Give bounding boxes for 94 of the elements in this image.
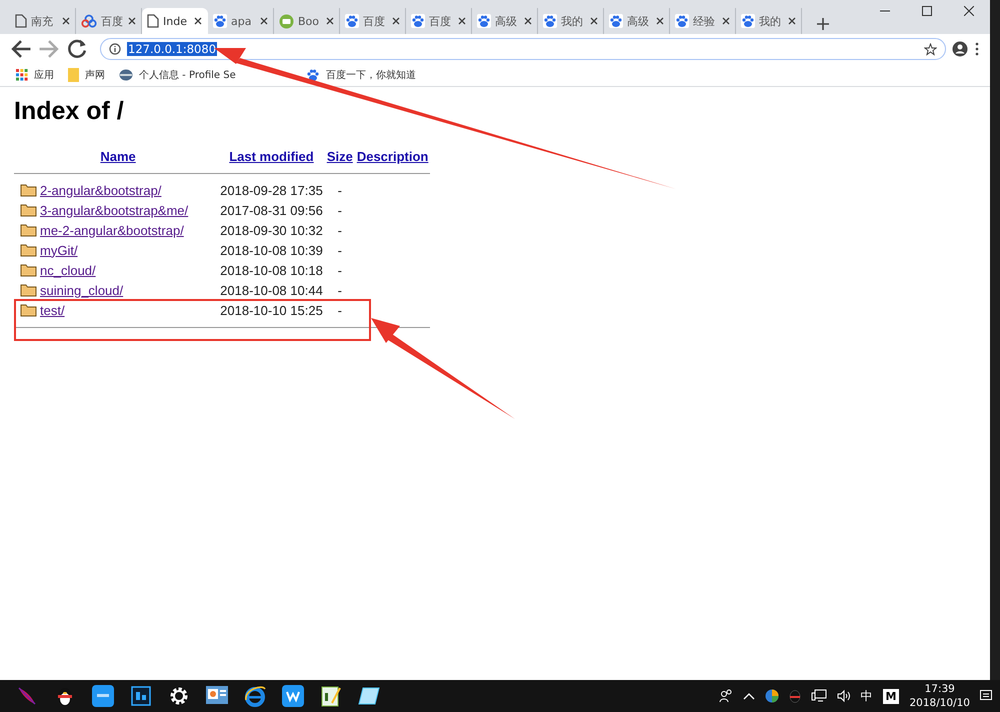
people-icon[interactable] [718,689,733,703]
date-text: 2018-09-30 10:32 [220,222,323,238]
close-icon[interactable] [194,17,202,25]
date-text: 2017-08-31 09:56 [220,202,323,218]
folder-icon [20,283,37,297]
column-link[interactable]: Size [326,148,353,164]
close-icon[interactable] [788,17,796,25]
browser-tab[interactable]: Boo [274,8,340,34]
column-link[interactable]: Name [100,148,136,164]
column-link[interactable]: Last modified [229,148,314,164]
caret-up-icon[interactable] [742,692,755,700]
star-icon[interactable] [924,42,937,56]
menu-icon[interactable] [974,42,980,56]
close-icon[interactable] [260,17,268,25]
date-text: 2018-09-28 17:35 [220,182,323,198]
address-field[interactable]: 127.0.0.1:8080 [100,38,946,60]
close-icon[interactable] [392,17,400,25]
colorful-circle-icon[interactable] [764,689,779,703]
page-icon [15,14,27,28]
clock[interactable]: 17:39 2018/10/10 [909,682,970,710]
folder-link[interactable]: myGit/ [40,242,78,258]
folder-link[interactable]: 2-angular&bootstrap/ [40,182,162,198]
size-text: - [338,222,342,238]
close-icon[interactable] [722,17,730,25]
folder-icon [20,183,37,197]
close-icon[interactable] [964,6,974,16]
close-icon[interactable] [656,17,664,25]
size-text: - [338,262,342,278]
cloud-icon [81,14,97,28]
close-icon[interactable] [326,17,334,25]
date-text: 2018-10-08 10:18 [220,262,323,278]
volume-icon[interactable] [836,689,851,703]
notification-icon[interactable] [980,690,992,702]
date-text: 2018-10-08 10:44 [220,282,323,298]
notepad-icon[interactable] [321,685,341,707]
network-icon[interactable] [810,689,827,703]
close-icon[interactable] [128,17,136,25]
input-method-indicator[interactable]: 中 [860,688,873,704]
browser-tab[interactable]: 经验 [670,8,736,34]
browser-e-icon[interactable] [244,685,266,707]
settings-icon[interactable] [169,686,189,706]
feather-icon[interactable] [16,685,38,707]
badge-icon [279,14,294,28]
app-tile-icon[interactable] [92,685,114,707]
column-link[interactable]: Description [356,148,428,164]
close-icon[interactable] [590,17,598,25]
apps-grid-icon [16,69,28,81]
folder-icon [20,203,37,217]
date-text: 2018-10-10 15:25 [220,302,323,318]
browser-tab[interactable]: 百度 [340,8,406,34]
bookmark[interactable]: 应用 [16,68,54,82]
folder-icon [20,243,37,257]
folder-link[interactable]: test/ [40,302,65,318]
maximize-icon[interactable] [922,6,932,16]
folder-icon [20,263,37,277]
folder-link[interactable]: me-2-angular&bootstrap/ [40,222,184,238]
back-icon[interactable] [10,38,32,60]
close-icon[interactable] [62,17,70,25]
reload-icon[interactable] [66,38,88,60]
url-text: 127.0.0.1:8080 [127,42,218,56]
size-text: - [338,202,342,218]
folder-icon [68,68,79,82]
notebook-icon[interactable] [358,686,380,706]
info-icon [109,43,121,55]
size-text: - [338,182,342,198]
browser-tab[interactable]: 我的 [538,8,604,34]
input-mode-indicator[interactable]: M [882,688,900,704]
folder-icon [20,223,37,237]
size-text: - [338,242,342,258]
browser-tab[interactable]: 百度 [406,8,472,34]
globe-icon [119,69,133,81]
size-text: - [338,302,342,318]
browser-tab[interactable]: 南充 [10,8,76,34]
browser-tab[interactable]: 高级 [604,8,670,34]
browser-tab[interactable]: Inde [142,8,208,34]
bookmark[interactable]: 个人信息 - Profile Se [119,68,236,82]
size-text: - [338,282,342,298]
presentation-icon[interactable] [206,686,228,706]
browser-tab[interactable]: 高级 [472,8,538,34]
bookmark[interactable]: 声网 [68,68,105,82]
browser-tab[interactable]: apa [208,8,274,34]
close-icon[interactable] [524,17,532,25]
folder-link[interactable]: nc_cloud/ [40,262,96,278]
date-text: 2018-10-08 10:39 [220,242,323,258]
folder-icon [20,303,37,317]
writer-app-icon[interactable] [282,685,304,707]
folder-link[interactable]: suining_cloud/ [40,282,124,298]
photo-editor-icon[interactable] [131,686,151,706]
page-icon [147,14,159,28]
folder-link[interactable]: 3-angular&bootstrap&me/ [40,202,188,218]
account-icon[interactable] [952,41,968,57]
close-icon[interactable] [458,17,466,25]
page-heading: Index of / [14,97,125,126]
browser-tab[interactable]: 我的 [736,8,802,34]
